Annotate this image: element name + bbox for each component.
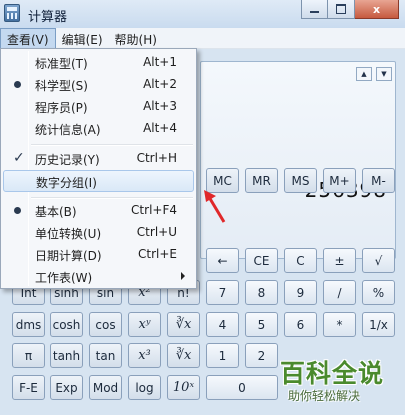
menu-view[interactable]: 查看(V) <box>0 28 56 49</box>
key-ms[interactable]: MS <box>284 168 317 193</box>
menu-item-label: 基本(B) <box>35 205 77 219</box>
key-dms[interactable]: dms <box>12 312 45 337</box>
key-m-minus[interactable]: M- <box>362 168 395 193</box>
key-0[interactable]: 0 <box>206 375 278 400</box>
menu-item-worksheets[interactable]: 工作表(W) <box>3 266 194 288</box>
menu-item-shortcut: Alt+3 <box>143 99 177 113</box>
key-power[interactable]: xʸ <box>128 312 161 337</box>
view-menu-dropdown: 标准型(T) Alt+1 科学型(S) Alt+2 程序员(P) Alt+3 统… <box>0 48 197 289</box>
key-exp[interactable]: Exp <box>50 375 83 400</box>
watermark-title: 百科全说 <box>280 359 385 388</box>
key-mod[interactable]: Mod <box>89 375 122 400</box>
key-cos[interactable]: cos <box>89 312 122 337</box>
key-7[interactable]: 7 <box>206 280 239 305</box>
key-9[interactable]: 9 <box>284 280 317 305</box>
menu-item-history[interactable]: ✓ 历史记录(Y) Ctrl+H <box>3 148 194 170</box>
menu-item-label: 日期计算(D) <box>35 249 102 263</box>
display-panel: ▲ ▼ 256398 <box>200 61 396 259</box>
key-m-plus[interactable]: M+ <box>323 168 356 193</box>
title-bar: 计算器 x <box>0 0 405 28</box>
window-title: 计算器 <box>28 10 68 25</box>
menu-item-digit-grouping[interactable]: 数字分组(I) <box>3 170 194 192</box>
minimize-button[interactable] <box>301 0 328 19</box>
key-5[interactable]: 5 <box>245 312 278 337</box>
key-cosh[interactable]: cosh <box>50 312 83 337</box>
menu-item-statistics[interactable]: 统计信息(A) Alt+4 <box>3 118 194 140</box>
key-c[interactable]: C <box>284 248 317 273</box>
red-arrow-icon <box>204 190 226 223</box>
key-mr[interactable]: MR <box>245 168 278 193</box>
menu-item-shortcut: Ctrl+F4 <box>131 203 177 217</box>
key-yroot[interactable]: ∛x <box>167 312 200 337</box>
menu-item-date-calculation[interactable]: 日期计算(D) Ctrl+E <box>3 244 194 266</box>
key-divide[interactable]: / <box>323 280 356 305</box>
calculator-icon <box>4 4 20 22</box>
menu-help[interactable]: 帮助(H) <box>109 28 163 49</box>
menu-item-label: 统计信息(A) <box>35 123 101 137</box>
watermark: 百科全说 助你轻松解决 <box>280 354 400 412</box>
radio-dot-icon <box>14 81 21 88</box>
menu-item-programmer[interactable]: 程序员(P) Alt+3 <box>3 96 194 118</box>
chevron-down-icon[interactable]: ▼ <box>376 67 392 81</box>
menu-item-scientific[interactable]: 科学型(S) Alt+2 <box>3 74 194 96</box>
key-log[interactable]: log <box>128 375 161 400</box>
key-8[interactable]: 8 <box>245 280 278 305</box>
key-reciprocal[interactable]: 1/x <box>362 312 395 337</box>
menu-item-shortcut: Ctrl+U <box>136 225 177 239</box>
watermark-subtitle: 助你轻松解决 <box>288 389 361 403</box>
key-cube-root[interactable]: ∛x <box>167 343 200 368</box>
key-6[interactable]: 6 <box>284 312 317 337</box>
key-4[interactable]: 4 <box>206 312 239 337</box>
key-ce[interactable]: CE <box>245 248 278 273</box>
menu-edit[interactable]: 编辑(E) <box>56 28 109 49</box>
key-cube[interactable]: x³ <box>128 343 161 368</box>
key-ten-power[interactable]: 10ˣ <box>167 375 200 400</box>
chevron-up-icon[interactable]: ▲ <box>356 67 372 81</box>
maximize-button[interactable] <box>328 0 355 19</box>
key-2[interactable]: 2 <box>245 343 278 368</box>
menu-item-label: 科学型(S) <box>35 79 88 93</box>
key-fe[interactable]: F-E <box>12 375 45 400</box>
menu-item-unit-conversion[interactable]: 单位转换(U) Ctrl+U <box>3 222 194 244</box>
menu-item-shortcut: Alt+2 <box>143 77 177 91</box>
menu-separator <box>31 144 193 146</box>
key-percent[interactable]: % <box>362 280 395 305</box>
key-tan[interactable]: tan <box>89 343 122 368</box>
key-pi[interactable]: π <box>12 343 45 368</box>
key-tanh[interactable]: tanh <box>50 343 83 368</box>
menu-item-shortcut: Ctrl+E <box>138 247 177 261</box>
menu-item-shortcut: Ctrl+H <box>136 151 177 165</box>
submenu-arrow-icon <box>181 272 185 280</box>
menu-separator <box>31 197 193 199</box>
menu-item-label: 单位转换(U) <box>35 227 102 241</box>
key-sqrt[interactable]: √ <box>362 248 395 273</box>
menu-item-label: 数字分组(I) <box>36 176 97 190</box>
key-backspace[interactable]: ← <box>206 248 239 273</box>
key-multiply[interactable]: * <box>323 312 356 337</box>
menu-item-label: 工作表(W) <box>35 271 93 285</box>
menu-item-label: 历史记录(Y) <box>35 153 100 167</box>
key-1[interactable]: 1 <box>206 343 239 368</box>
menu-item-basic[interactable]: 基本(B) Ctrl+F4 <box>3 200 194 222</box>
close-button[interactable]: x <box>355 0 399 19</box>
menu-item-shortcut: Alt+1 <box>143 55 177 69</box>
checkmark-icon: ✓ <box>13 150 25 166</box>
menu-item-label: 标准型(T) <box>35 57 88 71</box>
close-icon: x <box>372 2 381 16</box>
menu-item-label: 程序员(P) <box>35 101 88 115</box>
menu-item-shortcut: Alt+4 <box>143 121 177 135</box>
radio-dot-icon <box>14 207 21 214</box>
key-negate[interactable]: ± <box>323 248 356 273</box>
menu-bar: 查看(V) 编辑(E) 帮助(H) <box>0 28 405 49</box>
window-controls: x <box>301 0 399 19</box>
menu-item-standard[interactable]: 标准型(T) Alt+1 <box>3 52 194 74</box>
